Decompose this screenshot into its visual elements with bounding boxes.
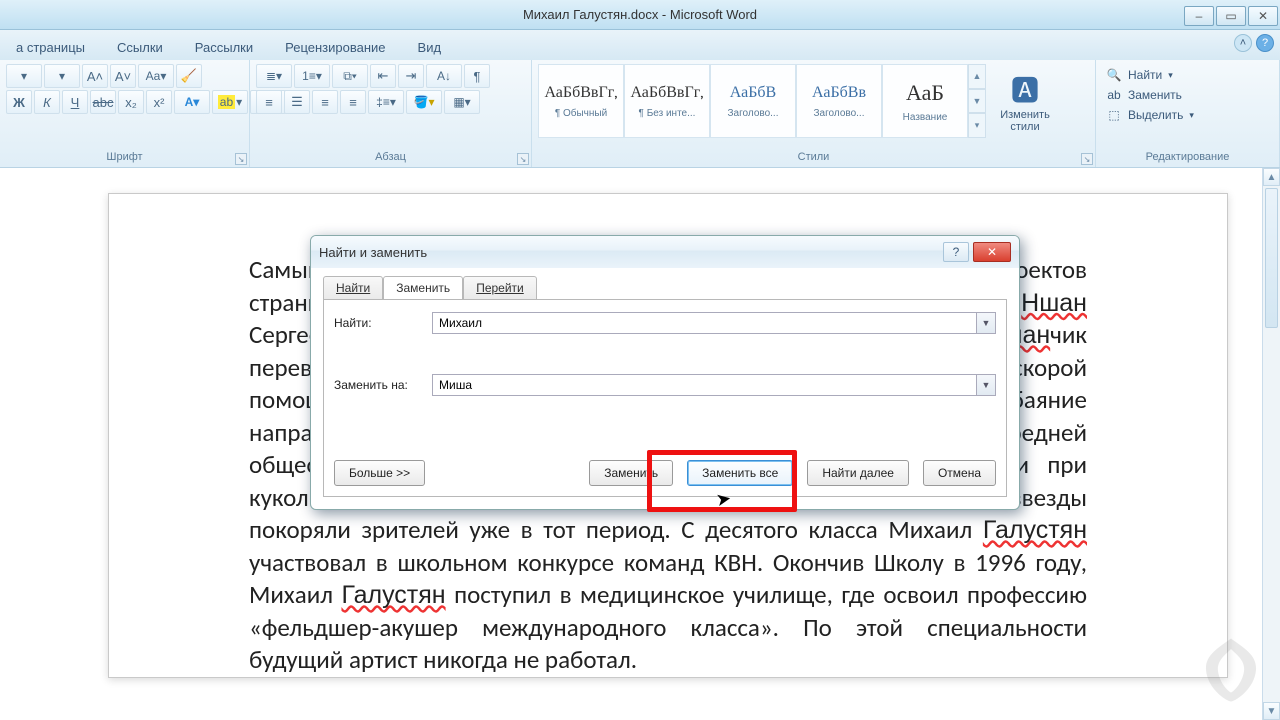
style-normal[interactable]: АаБбВвГг,¶ Обычный: [538, 64, 624, 138]
styles-more-icon[interactable]: ▾: [968, 113, 986, 138]
replace-label: Заменить на:: [334, 378, 424, 392]
indent-inc-button[interactable]: ⇥: [398, 64, 424, 88]
justify-button[interactable]: ≡: [340, 90, 366, 114]
replace-one-button[interactable]: Заменить: [589, 460, 673, 486]
superscript-button[interactable]: x²: [146, 90, 172, 114]
styles-up-icon[interactable]: ▲: [968, 64, 986, 89]
maximize-button[interactable]: ▭: [1216, 6, 1246, 26]
group-font-label: Шрифт: [6, 148, 243, 165]
line-spacing-button[interactable]: ‡≡▾: [368, 90, 404, 114]
indent-dec-button[interactable]: ⇤: [370, 64, 396, 88]
change-styles-icon: 🅰: [1011, 69, 1039, 109]
select-icon: ⬚: [1106, 108, 1122, 122]
title-bar: Михаил Галустян.docx - Microsoft Word – …: [0, 0, 1280, 30]
sort-button[interactable]: A↓: [426, 64, 462, 88]
highlight-button[interactable]: ab▾: [212, 90, 248, 114]
multilevel-button[interactable]: ⧉▾: [332, 64, 368, 88]
text-effects-button[interactable]: A▾: [174, 90, 210, 114]
window-title: Михаил Галустян.docx - Microsoft Word: [523, 7, 757, 22]
change-styles-button[interactable]: 🅰 Изменить стили: [990, 64, 1060, 138]
find-replace-dialog: Найти и заменить ? ✕ Найти Заменить Пере…: [310, 235, 1020, 510]
dialog-tab-goto[interactable]: Перейти: [463, 276, 537, 300]
group-paragraph-label: Абзац: [256, 148, 525, 165]
dialog-close-button[interactable]: ✕: [973, 242, 1011, 262]
find-next-button[interactable]: Найти далее: [807, 460, 909, 486]
align-right-button[interactable]: ≡: [312, 90, 338, 114]
style-heading1[interactable]: АаБбВЗаголово...: [710, 64, 796, 138]
group-editing-label: Редактирование: [1102, 148, 1273, 165]
scroll-up-icon[interactable]: ▲: [1263, 168, 1280, 186]
replace-dropdown-icon[interactable]: ▼: [976, 374, 996, 396]
dialog-title-bar[interactable]: Найти и заменить ? ✕: [311, 236, 1019, 268]
group-styles-label: Стили: [538, 148, 1089, 165]
style-no-spacing[interactable]: АаБбВвГг,¶ Без инте...: [624, 64, 710, 138]
font-name-dropdown[interactable]: ▾: [6, 64, 42, 88]
find-button[interactable]: 🔍Найти▾: [1102, 66, 1198, 84]
group-paragraph: ≣▾ 1≡▾ ⧉▾ ⇤ ⇥ A↓ ¶ ≡ ☰ ≡ ≡ ‡≡▾ 🪣▾ ▦▾: [250, 60, 532, 167]
replace-button[interactable]: abЗаменить: [1102, 86, 1198, 104]
tab-page-layout[interactable]: а страницы: [0, 35, 101, 60]
ribbon: ▾ ▾ A˄ A˅ Aa▾ 🧹 Ж К Ч abc x₂ x² A▾ ab▾ A…: [0, 60, 1280, 168]
style-heading2[interactable]: АаБбВвЗаголово...: [796, 64, 882, 138]
underline-button[interactable]: Ч: [62, 90, 88, 114]
find-input[interactable]: [432, 312, 976, 334]
find-icon: 🔍: [1106, 68, 1122, 82]
close-button[interactable]: ✕: [1248, 6, 1278, 26]
bold-button[interactable]: Ж: [6, 90, 32, 114]
group-font: ▾ ▾ A˄ A˅ Aa▾ 🧹 Ж К Ч abc x₂ x² A▾ ab▾ A…: [0, 60, 250, 167]
more-button[interactable]: Больше >>: [334, 460, 425, 486]
group-editing: 🔍Найти▾ abЗаменить ⬚Выделить▾ Редактиров…: [1096, 60, 1280, 167]
borders-button[interactable]: ▦▾: [444, 90, 480, 114]
change-case-button[interactable]: Aa▾: [138, 64, 174, 88]
dialog-tab-replace[interactable]: Заменить: [383, 276, 463, 300]
strike-button[interactable]: abc: [90, 90, 116, 114]
replace-icon: ab: [1106, 88, 1122, 102]
styles-launcher-icon[interactable]: ↘: [1081, 153, 1093, 165]
dialog-panel: Найти: ▼ Заменить на: ▼ Больше >> Замени…: [323, 299, 1007, 497]
tab-review[interactable]: Рецензирование: [269, 35, 401, 60]
align-center-button[interactable]: ☰: [284, 90, 310, 114]
style-title[interactable]: АаБНазвание: [882, 64, 968, 138]
styles-down-icon[interactable]: ▼: [968, 89, 986, 114]
font-launcher-icon[interactable]: ↘: [235, 153, 247, 165]
subscript-button[interactable]: x₂: [118, 90, 144, 114]
align-left-button[interactable]: ≡: [256, 90, 282, 114]
dialog-tabs: Найти Заменить Перейти: [323, 276, 1007, 300]
paragraph-launcher-icon[interactable]: ↘: [517, 153, 529, 165]
minimize-button[interactable]: –: [1184, 6, 1214, 26]
italic-button[interactable]: К: [34, 90, 60, 114]
find-label: Найти:: [334, 316, 424, 330]
shrink-font-button[interactable]: A˅: [110, 64, 136, 88]
bullets-button[interactable]: ≣▾: [256, 64, 292, 88]
tab-links[interactable]: Ссылки: [101, 35, 179, 60]
scroll-thumb[interactable]: [1265, 188, 1278, 328]
tab-view[interactable]: Вид: [402, 35, 458, 60]
styles-scroll[interactable]: ▲▼▾: [968, 64, 986, 138]
dialog-help-button[interactable]: ?: [943, 242, 969, 262]
collapse-ribbon-icon[interactable]: ˄: [1234, 34, 1252, 52]
select-button[interactable]: ⬚Выделить▾: [1102, 106, 1198, 124]
watermark-icon: [1196, 635, 1266, 710]
shading-button[interactable]: 🪣▾: [406, 90, 442, 114]
styles-gallery[interactable]: АаБбВвГг,¶ Обычный АаБбВвГг,¶ Без инте..…: [538, 64, 986, 138]
show-marks-button[interactable]: ¶: [464, 64, 490, 88]
group-styles: АаБбВвГг,¶ Обычный АаБбВвГг,¶ Без инте..…: [532, 60, 1096, 167]
replace-input[interactable]: [432, 374, 976, 396]
font-size-dropdown[interactable]: ▾: [44, 64, 80, 88]
find-dropdown-icon[interactable]: ▼: [976, 312, 996, 334]
cancel-button[interactable]: Отмена: [923, 460, 996, 486]
ribbon-tabs: а страницы Ссылки Рассылки Рецензировани…: [0, 30, 1280, 60]
dialog-title: Найти и заменить: [319, 245, 427, 260]
tab-mailings[interactable]: Рассылки: [179, 35, 269, 60]
dialog-tab-find[interactable]: Найти: [323, 276, 383, 300]
numbering-button[interactable]: 1≡▾: [294, 64, 330, 88]
help-icon[interactable]: ?: [1256, 34, 1274, 52]
window-controls: – ▭ ✕: [1184, 4, 1280, 26]
clear-format-button[interactable]: 🧹: [176, 64, 202, 88]
grow-font-button[interactable]: A˄: [82, 64, 108, 88]
replace-all-button[interactable]: Заменить все: [687, 460, 793, 486]
